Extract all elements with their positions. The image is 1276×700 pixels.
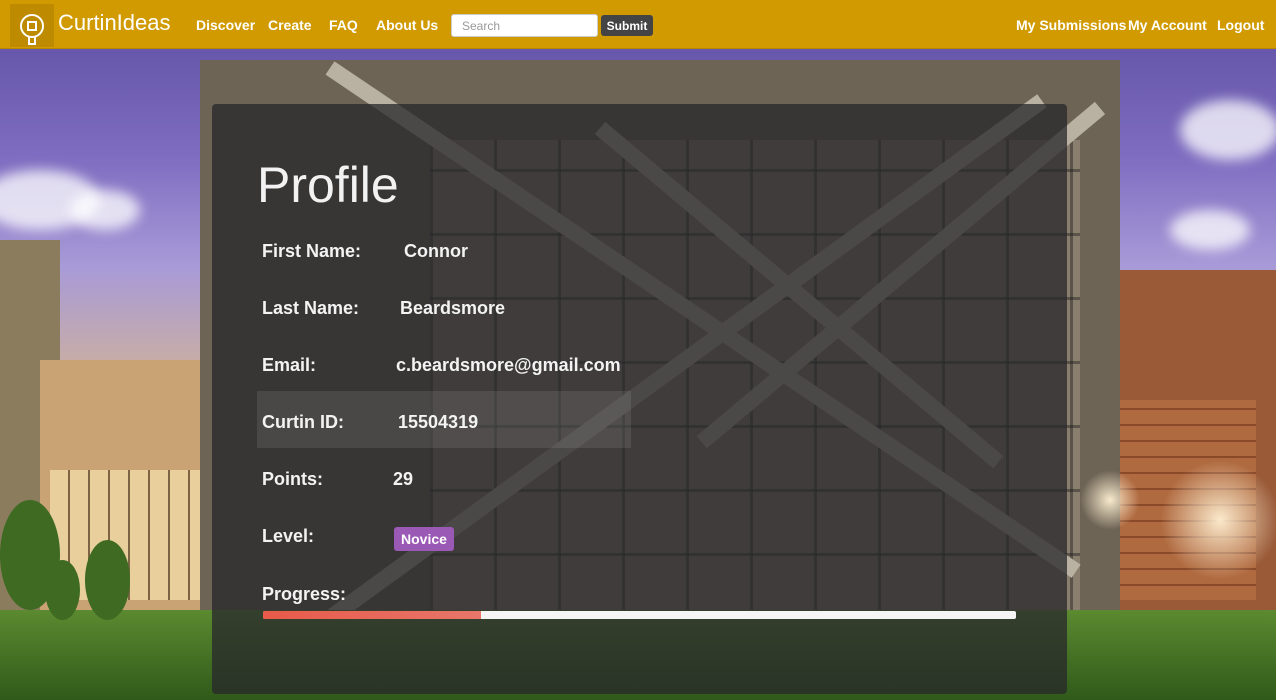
level-label: Level: [262, 526, 315, 546]
nav-logout[interactable]: Logout [1217, 17, 1264, 33]
email-label: Email: [262, 355, 317, 375]
nav-faq[interactable]: FAQ [329, 17, 358, 33]
profile-panel: Profile First Name: Connor Last Name: Be… [212, 104, 1067, 694]
nav-discover[interactable]: Discover [196, 17, 255, 33]
nav-my-submissions[interactable]: My Submissions [1016, 17, 1126, 33]
progress-bar [263, 611, 1016, 619]
last-name-label: Last Name: [262, 298, 360, 318]
first-name-label: First Name: [262, 241, 362, 261]
last-name-value: Beardsmore [400, 298, 506, 318]
first-name-value: Connor [404, 241, 468, 261]
progress-bar-fill [263, 611, 482, 619]
nav-my-account[interactable]: My Account [1128, 17, 1207, 33]
progress-label: Progress: [262, 584, 347, 604]
search-submit-button[interactable]: Submit [601, 15, 653, 36]
lightbulb-icon[interactable] [10, 4, 54, 47]
search-input[interactable] [451, 14, 598, 37]
curtin-id-value: 15504319 [398, 412, 479, 432]
page-title: Profile [257, 157, 399, 213]
brand-link[interactable]: CurtinIdeas [58, 10, 171, 36]
curtin-id-label: Curtin ID: [262, 412, 344, 432]
nav-about-us[interactable]: About Us [376, 17, 438, 33]
nav-create[interactable]: Create [268, 17, 312, 33]
level-badge: Novice [394, 527, 454, 551]
email-value: c.beardsmore@gmail.com [396, 355, 621, 375]
points-value: 29 [393, 469, 414, 489]
navbar: CurtinIdeas Discover Create FAQ About Us… [0, 0, 1276, 49]
points-label: Points: [262, 469, 323, 489]
